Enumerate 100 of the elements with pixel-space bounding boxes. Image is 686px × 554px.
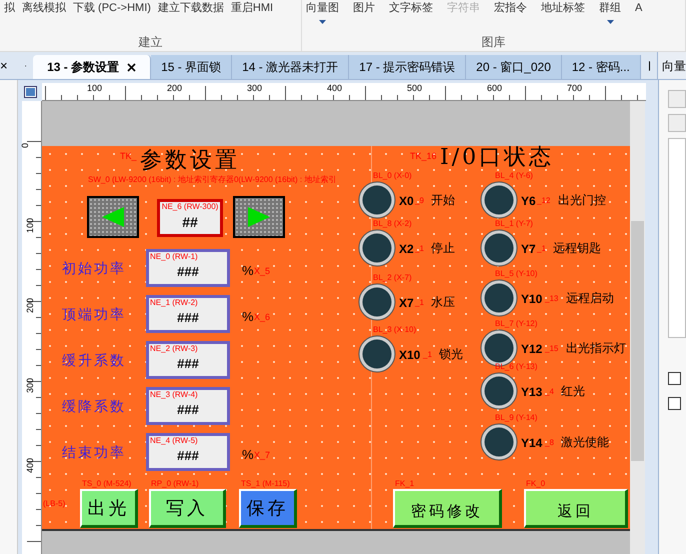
tab[interactable]: 17 - 提示密码错误 bbox=[349, 55, 466, 79]
lamp-label: 出光指示灯 bbox=[566, 340, 626, 357]
lamp-address: Y6 bbox=[521, 193, 536, 210]
unit-label: % bbox=[242, 446, 254, 464]
ruler-corner-icon[interactable] bbox=[24, 86, 36, 98]
tag-label: SW_0 (LW-9200 (16bit) : 地址索引寄存器0(LW-9200 (16bit) : 地址索引 bbox=[88, 175, 336, 185]
lamp-address: Y12 bbox=[521, 341, 542, 358]
tab[interactable]: 13 - 参数设置 bbox=[33, 55, 152, 79]
dropdown-icon bbox=[606, 20, 614, 24]
unit-label: % bbox=[242, 262, 254, 280]
parameter-label: 顶端功率 bbox=[62, 306, 126, 325]
tag-label: BL_5 (Y-10) bbox=[495, 270, 538, 278]
close-button[interactable]: × bbox=[0, 59, 8, 72]
panel-field[interactable] bbox=[668, 114, 686, 132]
field-value: ### bbox=[177, 355, 199, 373]
tag-label: NE_1 (RW-2) bbox=[149, 298, 198, 308]
panel-field[interactable] bbox=[668, 90, 686, 108]
checkbox[interactable] bbox=[668, 372, 681, 385]
tag-label: _1 bbox=[537, 243, 546, 255]
ribbon-button[interactable]: 地址标签 bbox=[541, 1, 585, 16]
tag-label: BL_3 (X-10) bbox=[373, 326, 416, 334]
field-value: ### bbox=[177, 447, 199, 465]
ribbon-button[interactable]: 群组 bbox=[599, 1, 621, 16]
ribbon-button[interactable]: 拟 bbox=[4, 1, 15, 16]
number-field[interactable]: NE_4 (RW-5) ### bbox=[146, 433, 230, 471]
tag-label: RP_0 (RW-1) bbox=[151, 480, 199, 488]
ruler-label: 200 bbox=[167, 84, 182, 93]
tab-label: 20 - 窗口_020 bbox=[476, 59, 551, 76]
tag-label: _1 bbox=[415, 243, 424, 255]
lamp-label: 远程启动 bbox=[566, 290, 614, 307]
lamp-address: X0 bbox=[399, 193, 414, 210]
ruler-label: 300 bbox=[26, 378, 36, 394]
tag-label: BL_4 (Y-6) bbox=[495, 172, 533, 180]
ruler-label: 300 bbox=[247, 84, 262, 93]
ruler-label: 0 bbox=[21, 143, 30, 148]
lamp-address: Y14 bbox=[521, 435, 542, 452]
ribbon-button[interactable]: 离线模拟 bbox=[22, 1, 66, 16]
tag-label: BL_7 (Y-12) bbox=[495, 320, 538, 328]
lamp-label: 开始 bbox=[431, 192, 455, 209]
ribbon-button[interactable]: A bbox=[635, 1, 642, 16]
close-icon[interactable] bbox=[127, 62, 136, 72]
ruler-label: 400 bbox=[327, 84, 342, 93]
lamp-label: 出光门控 bbox=[558, 192, 606, 209]
index-field[interactable]: NE_6 (RW-300) ## bbox=[157, 199, 223, 237]
tab[interactable]: 12 - 密码... bbox=[562, 55, 641, 79]
screen-button[interactable]: 出光 bbox=[80, 489, 138, 528]
lamp-label: 远程钥匙 bbox=[553, 240, 601, 257]
ribbon-button[interactable]: 建立下载数据 bbox=[158, 1, 224, 16]
previous-button[interactable] bbox=[87, 196, 139, 238]
screen-button[interactable]: 返回 bbox=[524, 489, 628, 528]
tab[interactable]: 14 - 激光器未打开 bbox=[232, 55, 350, 79]
scrollbar-thumb[interactable] bbox=[631, 221, 644, 461]
ruler-label: 700 bbox=[567, 84, 582, 93]
lamp-address: X2 bbox=[399, 241, 414, 258]
parameter-label: 缓降系数 bbox=[62, 398, 126, 417]
ribbon-button[interactable]: 文字标签 bbox=[389, 1, 433, 16]
tag-label: NE_0 (RW-1) bbox=[149, 252, 198, 262]
tag-label: _12 bbox=[537, 195, 550, 207]
lamp-label: 停止 bbox=[431, 240, 455, 257]
lamp-label: 红光 bbox=[561, 383, 585, 400]
tag-label: _1 bbox=[423, 349, 432, 361]
tag-label: FK_0 bbox=[526, 480, 546, 488]
ribbon-button[interactable]: 图片 bbox=[353, 1, 375, 16]
ribbon-group-label: 建立 bbox=[138, 34, 162, 51]
field-value: ### bbox=[177, 309, 199, 327]
tab[interactable]: 20 - 窗口_020 bbox=[466, 55, 562, 79]
tag-label: FK_1 bbox=[395, 480, 414, 488]
tag-label: BL_1 (Y-7) bbox=[495, 220, 533, 228]
unit-label: % bbox=[242, 308, 254, 326]
screen-button[interactable]: 密码修改 bbox=[393, 489, 502, 528]
number-field[interactable]: NE_3 (RW-4) ### bbox=[146, 387, 230, 425]
ribbon-group-label: 图库 bbox=[482, 34, 506, 51]
tab[interactable]: 15 - 界面锁 bbox=[151, 55, 232, 79]
vertical-scrollbar[interactable] bbox=[630, 101, 645, 554]
field-value: ## bbox=[182, 213, 198, 232]
ribbon-button[interactable]: 重启HMI bbox=[230, 1, 274, 16]
number-field[interactable]: NE_2 (RW-3) ### bbox=[146, 341, 230, 379]
screen-button[interactable]: 保存 bbox=[239, 489, 297, 528]
next-button[interactable] bbox=[233, 196, 285, 238]
parameter-label: 缓升系数 bbox=[62, 352, 126, 371]
lamp-label: 激光使能 bbox=[561, 434, 609, 451]
number-field[interactable]: NE_0 (RW-1) ### bbox=[146, 249, 230, 287]
lamp-address: Y13 bbox=[521, 384, 542, 401]
ruler-label: 200 bbox=[26, 298, 36, 314]
ribbon-button[interactable]: 下载 (PC->HMI) bbox=[73, 1, 151, 16]
ribbon-button[interactable]: 宏指令 bbox=[494, 1, 527, 16]
ruler-label: 600 bbox=[487, 84, 502, 93]
checkbox[interactable] bbox=[668, 397, 681, 410]
lamp-address: Y10 bbox=[521, 291, 542, 308]
number-field[interactable]: NE_1 (RW-2) ### bbox=[146, 295, 230, 333]
ribbon-button[interactable]: 向量图 bbox=[306, 1, 339, 16]
tag-label: X_5 bbox=[254, 265, 270, 278]
tag-label: NE_6 (RW-300) bbox=[162, 202, 218, 212]
ruler-label: 400 bbox=[26, 458, 36, 474]
tab-label: 14 - 激光器未打开 bbox=[242, 59, 338, 76]
tag-label: BL_2 (X-7) bbox=[373, 274, 412, 282]
tag-label: TK_ bbox=[120, 152, 137, 161]
ruler-label: 100 bbox=[87, 84, 102, 93]
tag-label: NE_4 (RW-5) bbox=[149, 436, 198, 446]
screen-button[interactable]: 写入 bbox=[149, 489, 226, 528]
